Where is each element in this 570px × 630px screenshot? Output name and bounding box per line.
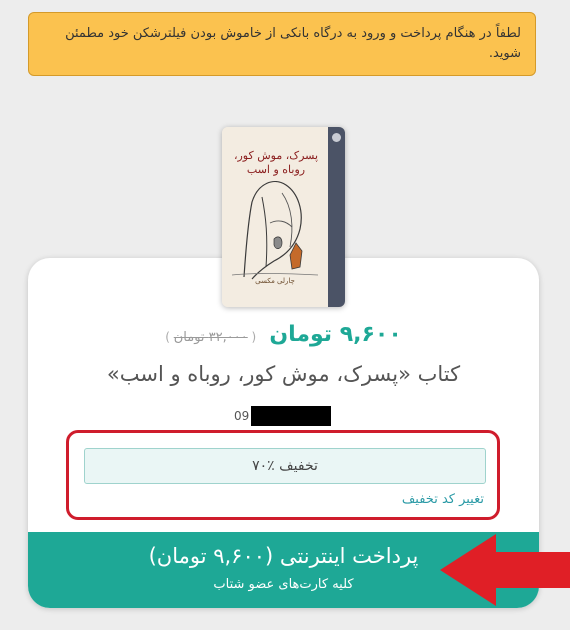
price-old: ۳۲,۰۰۰ تومان — [173, 330, 248, 345]
book-spine — [328, 127, 345, 307]
book-cover-author: چارلی مکسی — [255, 277, 295, 285]
phone-prefix: 09 — [234, 409, 250, 423]
phone-number: 09 — [234, 406, 332, 426]
red-arrow-icon — [440, 534, 570, 606]
vpn-warning-alert: لطفاً در هنگام پرداخت و ورود به درگاه با… — [28, 12, 536, 76]
price-row: ۹,۶۰۰ تومان ( ۳۲,۰۰۰ تومان ) — [28, 322, 539, 347]
book-cover-image: پسرک، موش کور، روباه و اسب چارلی مکسی — [222, 127, 345, 307]
change-discount-code-link[interactable]: تغییر کد تخفیف — [402, 492, 484, 507]
price-new: ۹,۶۰۰ تومان — [269, 322, 402, 347]
product-title: کتاب «پسرک، موش کور، روباه و اسب» — [106, 362, 461, 386]
discount-label: تخفیف ٪۷۰ — [252, 458, 318, 474]
vpn-warning-text: لطفاً در هنگام پرداخت و ورود به درگاه با… — [65, 26, 521, 61]
price-old-wrapper: ( ۳۲,۰۰۰ تومان ) — [165, 330, 257, 345]
book-cover-front: پسرک، موش کور، روباه و اسب چارلی مکسی — [222, 127, 328, 307]
publisher-logo-icon — [332, 133, 341, 142]
discount-badge: تخفیف ٪۷۰ — [84, 448, 486, 484]
phone-redaction — [251, 406, 332, 426]
